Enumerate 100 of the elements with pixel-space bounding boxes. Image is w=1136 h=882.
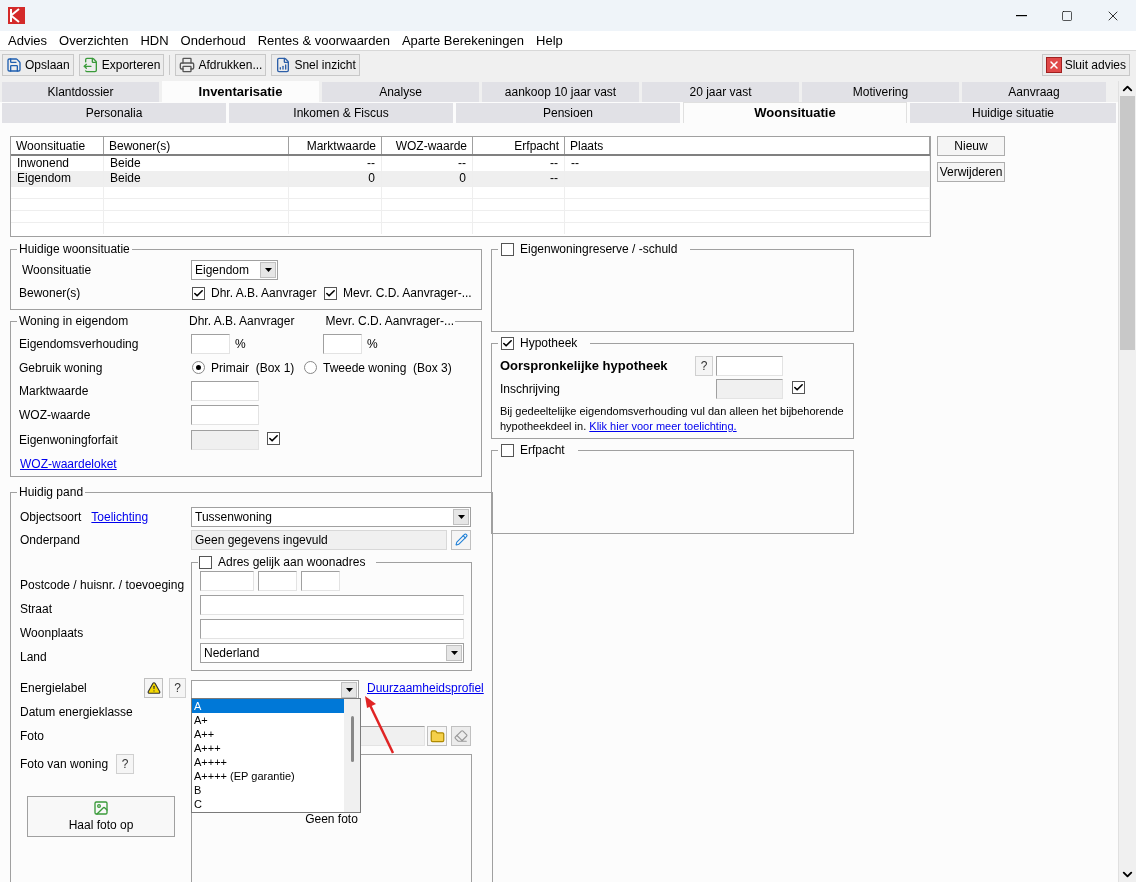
link[interactable]: Klik hier voor meer toelichting. [589, 420, 737, 432]
tab[interactable]: Pensioen [456, 103, 680, 123]
toolbar-button[interactable]: Opslaan [2, 53, 74, 76]
input-field[interactable] [323, 334, 362, 354]
radio-button[interactable] [304, 361, 317, 374]
column-header[interactable]: Plaats [565, 137, 930, 154]
column-heading: Dhr. A.B. Aanvrager [189, 313, 295, 330]
dropdown-option[interactable]: A++ [192, 726, 344, 741]
group-title: Woning in eigendom [18, 313, 130, 330]
field-label: Foto [19, 728, 45, 745]
tab[interactable]: Huidige situatie [910, 103, 1116, 123]
input-field[interactable] [191, 334, 230, 354]
menu-item[interactable]: HDN [134, 30, 175, 51]
menu-item[interactable]: Aparte Berekeningen [395, 30, 531, 51]
field-label: Inschrijving [500, 381, 562, 398]
column-heading: Mevr. C.D. Aanvrager-... [324, 313, 456, 330]
input-field[interactable] [191, 381, 259, 401]
tab[interactable]: Woonsituatie [683, 102, 907, 123]
group-title: Erfpacht [520, 442, 565, 459]
warning-icon [146, 681, 161, 695]
column-header[interactable]: Erfpacht [473, 137, 565, 154]
input-field[interactable] [258, 571, 297, 591]
table-row[interactable]: Eigendom Beide 0 0 -- [11, 171, 930, 186]
dropdown[interactable]: Eigendom [191, 260, 278, 280]
tab[interactable]: Inkomen & Fiscus [229, 103, 453, 123]
input-field[interactable] [191, 429, 259, 450]
edit-button[interactable] [451, 529, 471, 550]
dropdown[interactable]: Tussenwoning [191, 506, 471, 527]
menu-item[interactable]: Onderhoud [174, 30, 252, 51]
checkbox[interactable] [267, 431, 280, 445]
tab[interactable]: Aanvraag [962, 82, 1106, 102]
field-label: Gebruik woning [19, 359, 104, 377]
checkbox[interactable] [501, 443, 514, 457]
link[interactable]: WOZ-waardeloket [19, 455, 117, 473]
checkbox[interactable] [501, 242, 514, 256]
clear-button[interactable] [451, 726, 471, 746]
toolbar-button[interactable]: Afdrukken... [175, 53, 267, 76]
column-header[interactable]: Bewoner(s) [104, 137, 289, 154]
tab[interactable]: Analyse [322, 82, 479, 102]
checkbox[interactable] [324, 286, 337, 300]
input-field[interactable] [200, 571, 254, 591]
dropdown-option[interactable]: A++++ (EP garantie) [192, 768, 344, 783]
input-field[interactable] [301, 571, 340, 591]
group-title: Huidige woonsituatie [19, 242, 130, 256]
fetch-photo-button[interactable]: Haal foto op [27, 796, 175, 837]
table-cell: 0 [289, 171, 382, 186]
tab[interactable]: Personalia [2, 103, 226, 123]
link[interactable]: Toelichting [91, 507, 149, 526]
field-label: Bewoner(s) [19, 285, 82, 302]
field-label: Eigenwoningforfait [19, 431, 119, 449]
menu-item[interactable]: Rentes & voorwaarden [251, 30, 396, 51]
action-button[interactable]: Nieuw [937, 136, 1005, 156]
tab[interactable]: Motivering [802, 82, 959, 102]
input-field[interactable] [191, 405, 259, 425]
input-field[interactable] [716, 356, 783, 376]
dropdown-option[interactable]: A++++ [192, 754, 344, 769]
checkbox[interactable] [199, 555, 212, 569]
table-cell: 0 [382, 171, 473, 186]
save-icon [6, 56, 22, 73]
tab[interactable]: aankoop 10 jaar vast [482, 82, 639, 102]
dropdown-option[interactable]: B [192, 782, 344, 797]
action-button[interactable]: Verwijderen [937, 162, 1005, 182]
input-field[interactable] [200, 619, 464, 639]
tab[interactable]: Klantdossier [2, 82, 159, 102]
toolbar-button[interactable]: Snel inzicht [271, 53, 360, 76]
help-button[interactable]: ? [116, 754, 135, 774]
unit-label: % [235, 336, 247, 353]
dropdown-option[interactable]: C [192, 796, 344, 811]
menu-item[interactable]: Overzichten [53, 30, 135, 51]
printer-icon [179, 56, 196, 73]
column-header[interactable]: Woonsituatie [11, 137, 104, 154]
caret-icon [457, 514, 465, 519]
scrollbar[interactable] [344, 698, 360, 812]
folder-button[interactable] [427, 726, 447, 746]
scrollbar[interactable] [1118, 81, 1136, 882]
tab[interactable]: 20 jaar vast [642, 82, 799, 102]
warning-button[interactable] [144, 678, 163, 698]
field-label: Energielabel [20, 680, 88, 697]
radio-button[interactable] [192, 361, 205, 374]
menu-item[interactable]: Advies [2, 30, 54, 51]
checkbox[interactable] [192, 286, 205, 300]
checkbox[interactable] [792, 381, 805, 394]
column-header[interactable]: Marktwaarde [289, 137, 382, 154]
menu-item[interactable]: Help [530, 30, 569, 51]
dropdown[interactable]: Nederland [200, 643, 464, 663]
help-button[interactable]: ? [695, 356, 713, 376]
tab[interactable]: Inventarisatie [162, 81, 319, 102]
close-advice-button[interactable]: Sluit advies [1041, 53, 1130, 76]
input-field[interactable] [200, 595, 464, 615]
dropdown[interactable] [191, 679, 359, 700]
toolbar-button[interactable]: Exporteren [78, 53, 165, 76]
column-header[interactable]: WOZ-waarde [382, 137, 473, 154]
checkbox[interactable] [501, 336, 514, 350]
help-button[interactable]: ? [169, 678, 186, 698]
dropdown-option[interactable]: A+ [192, 712, 344, 727]
input-field[interactable] [716, 379, 783, 399]
field-label: Postcode / huisnr. / toevoeging [20, 577, 185, 594]
dropdown-option[interactable]: A [192, 698, 344, 713]
dropdown-option[interactable]: A+++ [192, 740, 344, 755]
link[interactable]: Duurzaamheidsprofiel [367, 679, 484, 697]
